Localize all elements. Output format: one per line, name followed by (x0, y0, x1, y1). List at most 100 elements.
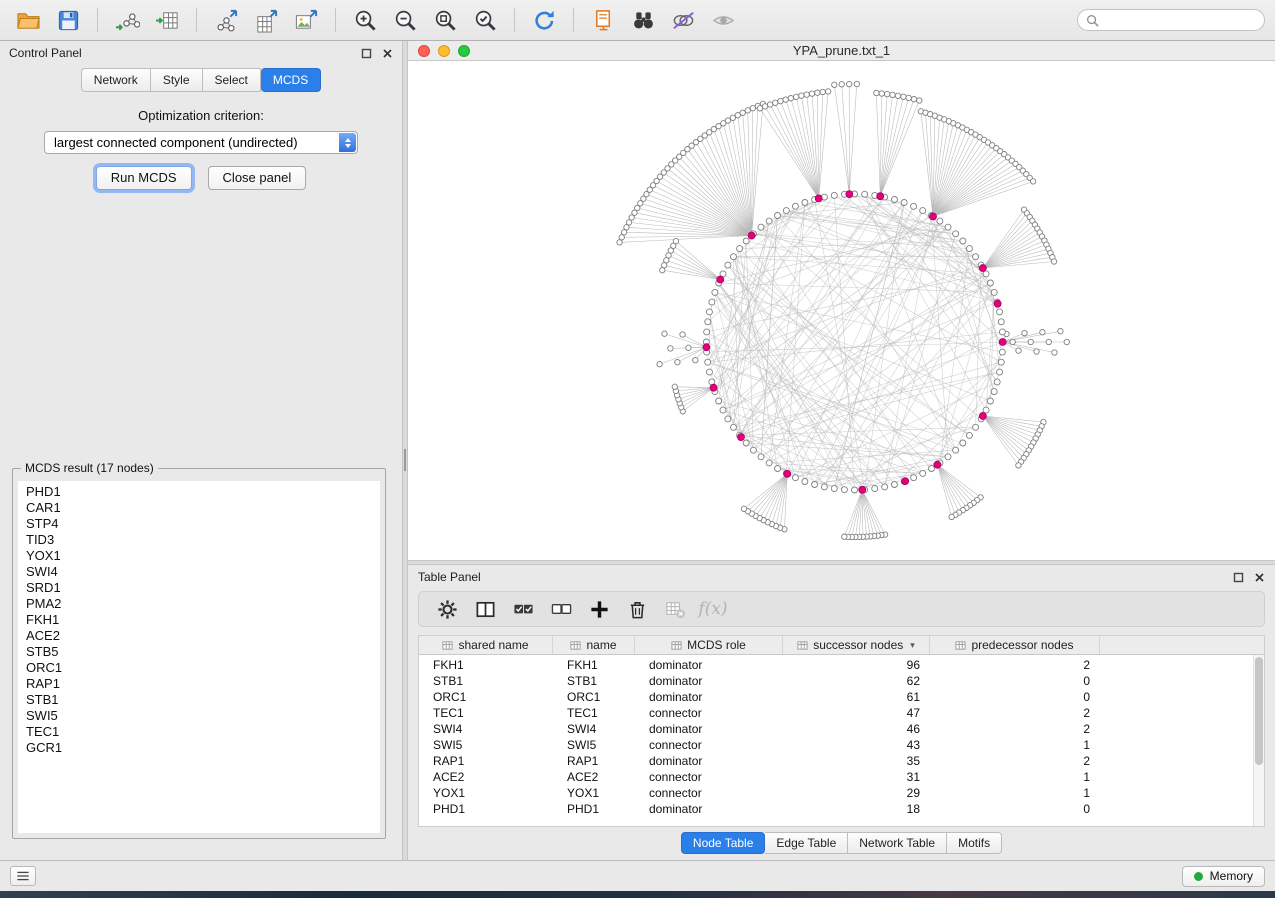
memory-button[interactable]: Memory (1182, 866, 1265, 887)
minimize-window-button[interactable] (438, 45, 450, 57)
main-toolbar (0, 0, 1275, 41)
table-scrollbar-thumb[interactable] (1255, 657, 1263, 765)
tab-motifs[interactable]: Motifs (947, 832, 1002, 854)
mcds-result-item[interactable]: RAP1 (26, 676, 380, 692)
toolbar-separator (514, 8, 515, 32)
column-icon (570, 640, 581, 651)
criterion-selected-value: largest connected component (undirected) (54, 135, 320, 150)
tab-network[interactable]: Network (81, 68, 151, 92)
zoom-window-button[interactable] (458, 45, 470, 57)
table-scrollbar[interactable] (1253, 655, 1264, 826)
column-header-predecessor-nodes[interactable]: predecessor nodes (930, 636, 1100, 654)
trash-button[interactable] (621, 594, 653, 624)
find-button[interactable] (625, 4, 661, 36)
network-window: YPA_prune.txt_1 (408, 41, 1275, 560)
open-folder-icon (16, 8, 41, 33)
right-column: YPA_prune.txt_1 Table Panel f(x) sha (408, 41, 1275, 860)
import-network-button[interactable] (109, 4, 145, 36)
tab-edge-table[interactable]: Edge Table (765, 832, 848, 854)
close-window-button[interactable] (418, 45, 430, 57)
zoom-fit-button[interactable] (427, 4, 463, 36)
app-window: Control Panel NetworkStyleSelectMCDS Opt… (0, 0, 1275, 891)
table-row[interactable]: SWI5SWI5connector431 (419, 737, 1264, 753)
save-button[interactable] (50, 4, 86, 36)
mcds-result-item[interactable]: SWI4 (26, 564, 380, 580)
import-table-button[interactable] (149, 4, 185, 36)
export-network-button[interactable] (208, 4, 244, 36)
mcds-result-item[interactable]: FKH1 (26, 612, 380, 628)
float-table-panel-button[interactable] (1232, 571, 1244, 583)
table-row[interactable]: TEC1TEC1connector472 (419, 705, 1264, 721)
criterion-select[interactable]: largest connected component (undirected) (44, 131, 358, 154)
cell-name: SWI5 (553, 738, 635, 752)
zoom-selected-button[interactable] (467, 4, 503, 36)
export-network-icon (214, 8, 239, 33)
panel-selector-button[interactable] (10, 866, 36, 886)
zoom-in-button[interactable] (347, 4, 383, 36)
table-row[interactable]: ORC1ORC1dominator610 (419, 689, 1264, 705)
import-network-icon (115, 8, 140, 33)
mcds-result-item[interactable]: STP4 (26, 516, 380, 532)
close-mcds-panel-button[interactable]: Close panel (208, 166, 307, 190)
column-menu-icon[interactable]: ▾ (910, 640, 915, 651)
table-row[interactable]: ACE2ACE2connector311 (419, 769, 1264, 785)
table-row[interactable]: STB1STB1dominator620 (419, 673, 1264, 689)
column-header-shared-name[interactable]: shared name (419, 636, 553, 654)
mcds-result-item[interactable]: STB5 (26, 644, 380, 660)
cell-name: FKH1 (553, 658, 635, 672)
network-canvas[interactable] (408, 61, 1275, 560)
export-table-button[interactable] (248, 4, 284, 36)
run-mcds-button[interactable]: Run MCDS (96, 166, 192, 190)
columns-button[interactable] (469, 594, 501, 624)
tab-node-table[interactable]: Node Table (681, 832, 766, 854)
eye-button[interactable] (705, 4, 741, 36)
mcds-result-item[interactable]: STB1 (26, 692, 380, 708)
table-row[interactable]: YOX1YOX1connector291 (419, 785, 1264, 801)
refresh-button[interactable] (526, 4, 562, 36)
mcds-result-item[interactable]: CAR1 (26, 500, 380, 516)
tab-network-table[interactable]: Network Table (848, 832, 947, 854)
mcds-result-item[interactable]: ORC1 (26, 660, 380, 676)
open-folder-button[interactable] (10, 4, 46, 36)
export-image-button[interactable] (288, 4, 324, 36)
node-table: shared namenameMCDS rolesuccessor nodes▾… (418, 635, 1265, 827)
mcds-result-item[interactable]: ACE2 (26, 628, 380, 644)
mcds-result-item[interactable]: SRD1 (26, 580, 380, 596)
cell-predecessor-nodes: 0 (930, 674, 1100, 688)
mcds-result-item[interactable]: SWI5 (26, 708, 380, 724)
mcds-result-item[interactable]: YOX1 (26, 548, 380, 564)
column-header-name[interactable]: name (553, 636, 635, 654)
mcds-result-item[interactable]: PMA2 (26, 596, 380, 612)
column-header-mcds-role[interactable]: MCDS role (635, 636, 783, 654)
clone-network-button[interactable] (585, 4, 621, 36)
table-row[interactable]: SWI4SWI4dominator462 (419, 721, 1264, 737)
close-panel-button[interactable] (381, 47, 393, 59)
column-header-successor-nodes[interactable]: successor nodes▾ (783, 636, 930, 654)
control-panel-title: Control Panel (9, 46, 82, 60)
cell-shared-name: TEC1 (419, 706, 553, 720)
tab-style[interactable]: Style (151, 68, 203, 92)
close-table-panel-button[interactable] (1253, 571, 1265, 583)
deselect-all-button[interactable] (545, 594, 577, 624)
table-row[interactable]: FKH1FKH1dominator962 (419, 657, 1264, 673)
mcds-result-item[interactable]: TID3 (26, 532, 380, 548)
mcds-result-item[interactable]: GCR1 (26, 740, 380, 756)
add-button[interactable] (583, 594, 615, 624)
tab-select[interactable]: Select (203, 68, 261, 92)
zoom-selected-icon (473, 8, 498, 33)
graphics-details-button[interactable] (665, 4, 701, 36)
status-bar: Memory (0, 860, 1275, 891)
zoom-out-button[interactable] (387, 4, 423, 36)
select-all-button[interactable] (507, 594, 539, 624)
tab-mcds[interactable]: MCDS (261, 68, 321, 92)
cell-name: TEC1 (553, 706, 635, 720)
mcds-result-item[interactable]: PHD1 (26, 484, 380, 500)
float-panel-button[interactable] (360, 47, 372, 59)
cell-shared-name: PHD1 (419, 802, 553, 816)
cell-shared-name: SWI5 (419, 738, 553, 752)
gear-button[interactable] (431, 594, 463, 624)
search-input[interactable] (1104, 13, 1256, 27)
table-row[interactable]: RAP1RAP1dominator352 (419, 753, 1264, 769)
table-row[interactable]: PHD1PHD1dominator180 (419, 801, 1264, 817)
mcds-result-item[interactable]: TEC1 (26, 724, 380, 740)
